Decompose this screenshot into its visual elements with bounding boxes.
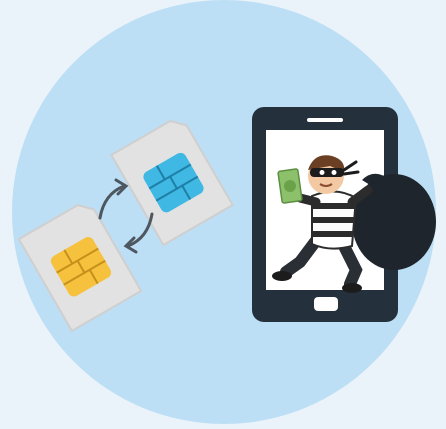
sim-swap-illustration xyxy=(12,0,436,424)
phone-speaker xyxy=(307,118,343,122)
phone-home-button xyxy=(314,297,338,311)
money-icon xyxy=(277,168,303,204)
thief-mask xyxy=(310,168,344,177)
